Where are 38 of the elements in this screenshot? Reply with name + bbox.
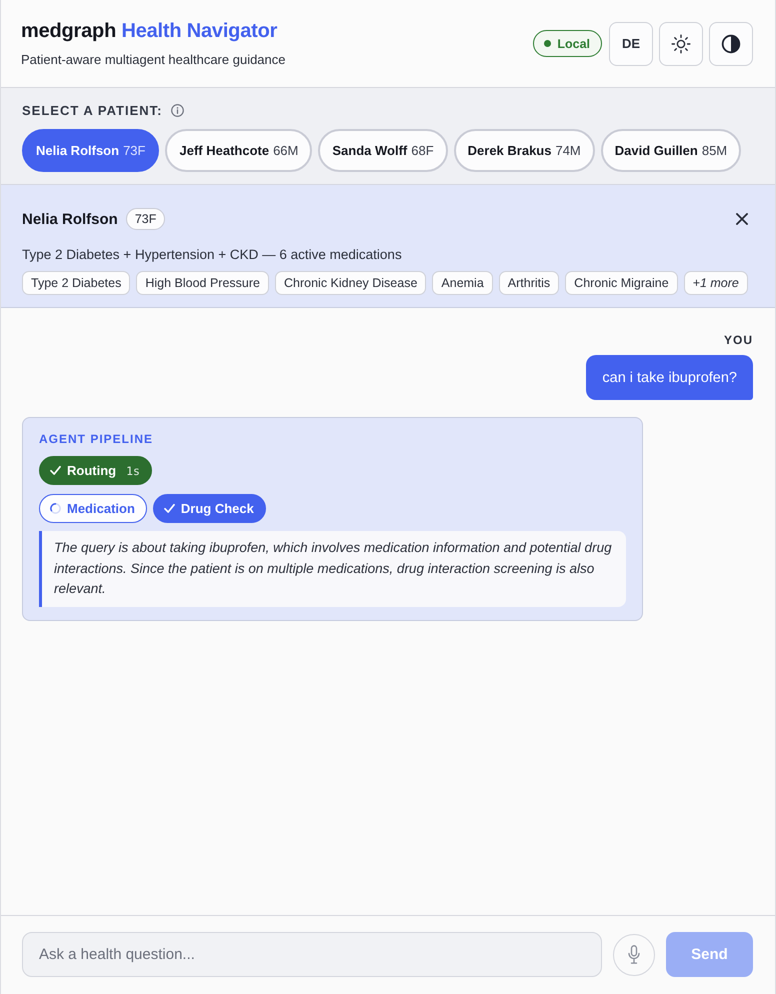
condition-tag: Arthritis: [498, 271, 560, 295]
patient-select-label: SELECT A PATIENT:: [22, 102, 162, 118]
step-time: 1s: [126, 464, 140, 478]
patient-chip[interactable]: Jeff Heathcote 66M: [165, 129, 312, 172]
step-label: Routing: [67, 463, 116, 478]
reasoning-quote: The query is about taking ibuprofen, which involves medication information and potential drug interactions. Since the patient is on multiple medications, drug interaction screening is also relevant.: [39, 531, 626, 606]
step-label: Medication: [67, 501, 135, 516]
contrast-icon: [721, 34, 741, 54]
patient-chip[interactable]: Nelia Rolfson 73F: [22, 129, 160, 172]
age-badge: 73F: [126, 208, 166, 230]
info-icon[interactable]: [170, 104, 184, 116]
patient-chip[interactable]: David Guillen 85M: [600, 129, 742, 172]
microphone-icon: [628, 945, 640, 964]
condition-tag: Anemia: [432, 271, 493, 295]
contrast-button[interactable]: [709, 22, 753, 66]
app-subtitle: Patient-aware multiagent healthcare guidance: [21, 50, 286, 68]
question-input[interactable]: Ask a health question...: [22, 932, 602, 977]
condition-tag: Type 2 Diabetes: [22, 271, 130, 295]
patient-name: Nelia Rolfson: [22, 210, 118, 228]
more-conditions-button[interactable]: +1 more: [684, 271, 748, 295]
sun-icon: [671, 34, 691, 54]
language-button[interactable]: DE: [609, 22, 653, 66]
patient-chip[interactable]: Derek Brakus 74M: [454, 129, 595, 172]
patient-chip[interactable]: Sanda Wolff 68F: [318, 129, 448, 172]
close-icon: [736, 213, 748, 225]
condition-tag: Chronic Migraine: [565, 271, 678, 295]
microphone-button[interactable]: [613, 934, 655, 976]
condition-tag: Chronic Kidney Disease: [275, 271, 426, 295]
sender-label: YOU: [724, 332, 753, 348]
condition-tag: High Blood Pressure: [136, 271, 269, 295]
theme-button[interactable]: [659, 22, 703, 66]
app-title: medgraph Health Navigator: [21, 18, 278, 42]
step-label: Drug Check: [180, 501, 254, 516]
user-message-bubble: can i take ibuprofen?: [586, 355, 753, 400]
pipeline-title: AGENT PIPELINE: [39, 431, 154, 447]
patient-summary: Type 2 Diabetes + Hypertension + CKD — 6 active medications: [22, 246, 403, 264]
mode-label: Local: [557, 36, 590, 50]
status-dot-icon: [544, 40, 552, 47]
